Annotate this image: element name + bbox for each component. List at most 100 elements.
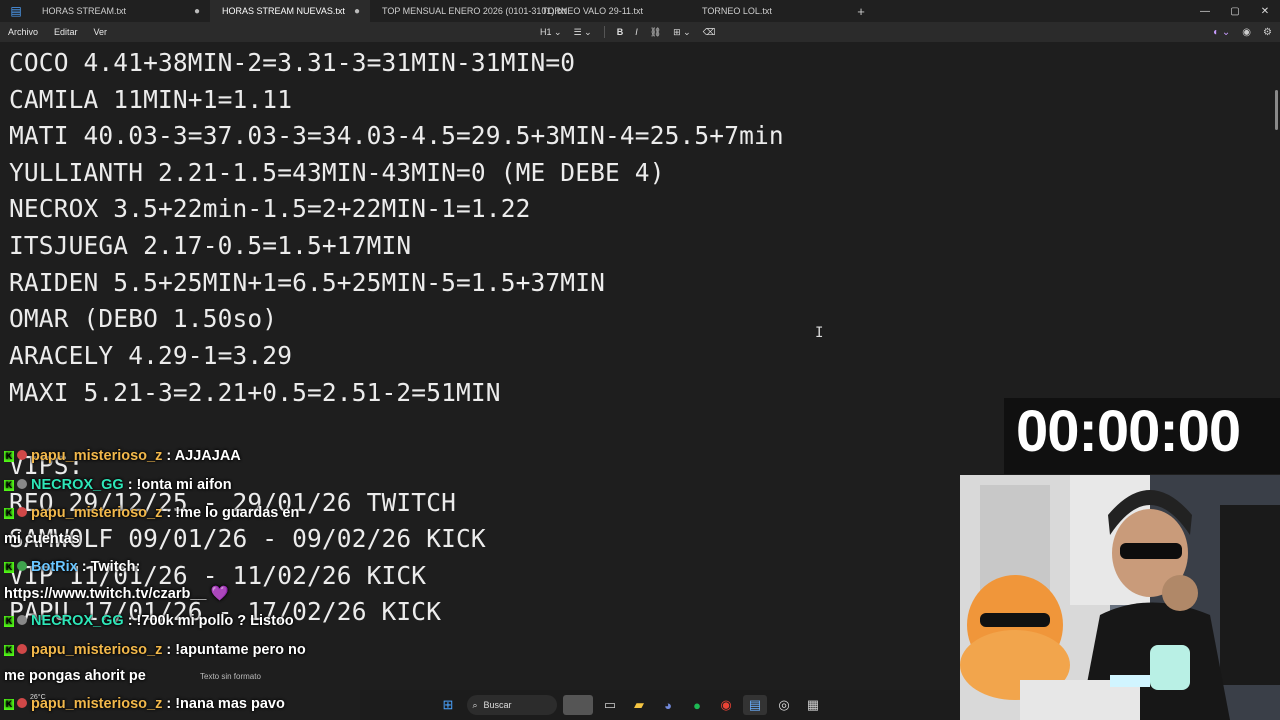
modified-dot-icon: ● — [353, 5, 360, 17]
chrome-icon[interactable]: ◉ — [714, 695, 738, 715]
new-tab-icon[interactable]: + — [850, 4, 872, 19]
text-cursor-icon: I — [815, 325, 824, 341]
maximize-button[interactable]: ▢ — [1220, 0, 1250, 22]
widgets-icon[interactable] — [563, 695, 593, 715]
tab-bar: ▤ HORAS STREAM.txt ● HORAS STREAM NUEVAS.… — [0, 0, 1280, 22]
user-badge-icon — [17, 615, 27, 625]
editor-line: CAMILA 11MIN+1=1.11 — [9, 85, 293, 114]
chat-message: K NECROX_GG : !onta mi aifon — [4, 477, 232, 493]
tab-label: HORAS STREAM NUEVAS.txt — [222, 6, 345, 16]
chat-username: papu_misterioso_z — [31, 505, 163, 521]
editor-line: COCO 4.41+38MIN-2=3.31-3=31MIN-31MIN=0 — [9, 48, 576, 77]
kick-icon: K — [4, 616, 14, 627]
chat-message: K NECROX_GG : !700k mi pollo ? Listoo — [4, 613, 294, 629]
taskbar-search[interactable]: ⌕ Buscar — [466, 695, 557, 715]
user-badge-icon — [17, 507, 27, 517]
stream-timer: 00:00:00 — [1016, 399, 1241, 464]
webcam-feed — [960, 475, 1280, 720]
chat-overlay: Kpapu_misterioso_z : AJJAJAA K NECROX_GG … — [0, 448, 360, 720]
chat-text: : AJJAJAA — [166, 448, 241, 464]
chat-username: papu_misterioso_z — [31, 642, 163, 658]
menu-editar[interactable]: Editar — [46, 27, 86, 37]
italic-icon[interactable]: I — [635, 27, 638, 37]
chat-message: Kpapu_misterioso_z : AJJAJAA — [4, 448, 241, 464]
tab-horas-stream-nuevas[interactable]: HORAS STREAM NUEVAS.txt ● — [210, 0, 370, 22]
tab-torneo-valo[interactable]: TORNEO VALO 29-11.txt — [530, 0, 690, 22]
heading-dropdown[interactable]: H1 ⌄ — [540, 27, 562, 38]
windows-start-icon[interactable]: ⊞ — [436, 695, 460, 715]
editor-line: RAIDEN 5.5+25MIN+1=6.5+25MIN-5=1.5+37MIN — [9, 268, 606, 297]
editor-line: MATI 40.03-3=37.03-3=34.03-4.5=29.5+3MIN… — [9, 121, 784, 150]
editor-line: ARACELY 4.29-1=3.29 — [9, 341, 293, 370]
chat-message-continued: me pongas ahorit pe — [4, 668, 146, 684]
modified-dot-icon: ● — [193, 5, 200, 17]
tab-label: HORAS STREAM.txt — [42, 6, 127, 16]
editor-line: OMAR (DEBO 1.50so) — [9, 304, 278, 333]
menu-ver[interactable]: Ver — [86, 27, 116, 37]
chat-message: Kpapu_misterioso_z : !apuntame pero no — [4, 642, 306, 658]
search-icon: ⌕ — [472, 699, 478, 710]
editor-line: NECROX 3.5+22min-1.5=2+22MIN-1=1.22 — [9, 194, 531, 223]
weather-widget[interactable]: 26°C — [30, 694, 46, 702]
list-icon[interactable]: ☰ ⌄ — [574, 27, 592, 38]
kick-icon: K — [4, 562, 14, 573]
tab-top-mensual[interactable]: TOP MENSUAL ENERO 2026 (0101-3101).txt — [370, 0, 566, 22]
divider — [603, 26, 605, 38]
kick-icon: K — [4, 645, 14, 656]
user-badge-icon — [17, 698, 27, 708]
chat-username: BotRix — [31, 559, 78, 575]
chat-text: : !nana mas pavo — [166, 696, 285, 712]
table-icon[interactable]: ⊞ ⌄ — [673, 27, 691, 38]
chat-username: papu_misterioso_z — [31, 696, 163, 712]
user-badge-icon — [17, 479, 27, 489]
scrollbar[interactable] — [1275, 90, 1278, 130]
account-icon[interactable]: ◉ — [1242, 27, 1251, 38]
close-button[interactable]: ✕ — [1250, 0, 1280, 22]
bold-icon[interactable]: B — [617, 27, 624, 37]
clear-format-icon[interactable]: ⌫ — [703, 27, 716, 38]
task-view-icon[interactable]: ▭ — [598, 695, 622, 715]
format-toolbar: H1 ⌄ ☰ ⌄ B I ⛓ ⊞ ⌄ ⌫ — [540, 22, 715, 42]
link-icon[interactable]: ⛓ — [650, 27, 661, 38]
chat-message-continued: mi cuentas — [4, 531, 80, 547]
chat-username: papu_misterioso_z — [31, 448, 163, 464]
chat-message: Kpapu_misterioso_z : !me lo guardas en — [4, 505, 299, 521]
calculator-icon[interactable]: ▦ — [801, 695, 825, 715]
kick-icon: K — [4, 508, 14, 519]
obs-icon[interactable]: ◎ — [772, 695, 796, 715]
webcam-image — [960, 475, 1280, 720]
notepad-taskbar-icon[interactable]: ▤ — [743, 695, 767, 715]
spotify-icon[interactable]: ● — [685, 695, 709, 715]
copilot-icon[interactable]: ◐ ⌄ — [1213, 27, 1230, 38]
discord-icon[interactable]: ◕ — [656, 695, 680, 715]
kick-icon: K — [4, 480, 14, 491]
tab-label: TORNEO VALO 29-11.txt — [542, 6, 644, 16]
chat-message-continued: https://www.twitch.tv/czarb__ 💜 — [4, 586, 229, 602]
menu-archivo[interactable]: Archivo — [0, 27, 46, 37]
file-explorer-icon[interactable]: ▰ — [627, 695, 651, 715]
user-badge-icon — [17, 644, 27, 654]
chat-message: K BotRix : Twitch: — [4, 559, 140, 575]
chat-username: NECROX_GG — [31, 477, 124, 493]
taskbar: ⊞ ⌕ Buscar ▭ ▰ ◕ ● ◉ ▤ ◎ ▦ — [360, 690, 960, 720]
tab-label: TORNEO LOL.txt — [702, 6, 772, 16]
minimize-button[interactable]: — — [1190, 0, 1220, 22]
chat-text: : !me lo guardas en — [166, 505, 300, 521]
user-badge-icon — [17, 450, 27, 460]
window-controls: — ▢ ✕ — [1190, 0, 1280, 22]
editor-line: ITSJUEGA 2.17-0.5=1.5+17MIN — [9, 231, 412, 260]
kick-icon: K — [4, 451, 14, 462]
chat-message: Kpapu_misterioso_z : !nana mas pavo — [4, 696, 285, 712]
bot-badge-icon — [17, 561, 27, 571]
settings-gear-icon[interactable]: ⚙ — [1263, 27, 1272, 38]
chat-text: : !apuntame pero no — [166, 642, 306, 658]
tab-torneo-lol[interactable]: TORNEO LOL.txt — [690, 0, 850, 22]
editor-line: MAXI 5.21-3=2.21+0.5=2.51-2=51MIN — [9, 378, 501, 407]
chat-text: : !onta mi aifon — [127, 477, 232, 493]
chat-text: : !700k mi pollo ? Listoo — [127, 613, 294, 629]
heading-label: H1 — [540, 26, 552, 37]
menu-bar: Archivo Editar Ver H1 ⌄ ☰ ⌄ B I ⛓ ⊞ ⌄ ⌫ … — [0, 22, 1280, 42]
notepad-icon: ▤ — [10, 4, 22, 18]
tab-horas-stream[interactable]: HORAS STREAM.txt ● — [30, 0, 210, 22]
search-placeholder: Buscar — [483, 700, 512, 710]
